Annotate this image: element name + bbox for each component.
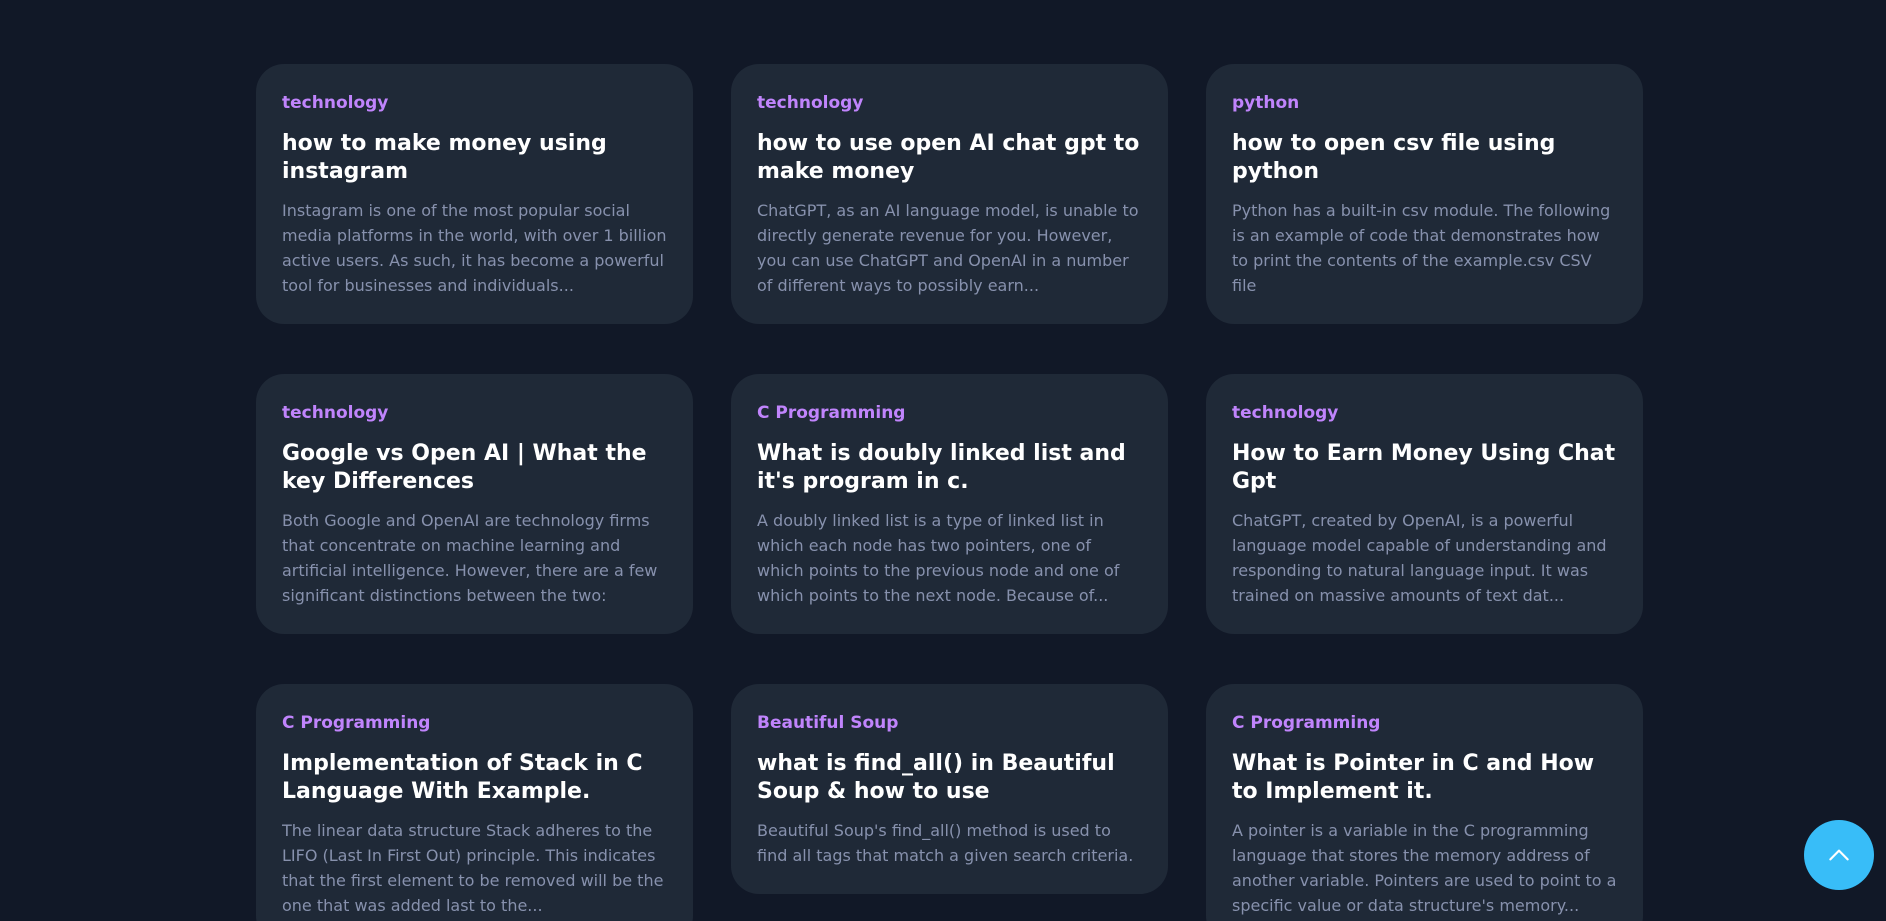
post-category[interactable]: technology [282,92,667,114]
post-excerpt: Instagram is one of the most popular soc… [282,201,667,295]
post-title[interactable]: What is doubly linked list and it's prog… [757,440,1142,496]
post-card[interactable]: C Programming What is doubly linked list… [731,374,1168,634]
post-card[interactable]: technology How to Earn Money Using Chat … [1206,374,1643,634]
post-card[interactable]: C Programming What is Pointer in C and H… [1206,684,1643,921]
post-excerpt: Python has a built-in csv module. The fo… [1232,201,1611,295]
post-category[interactable]: technology [282,402,667,424]
post-title[interactable]: Implementation of Stack in C Language Wi… [282,750,667,806]
post-title[interactable]: how to open csv file using python [1232,130,1617,186]
post-title[interactable]: what is find_all() in Beautiful Soup & h… [757,750,1142,806]
post-card[interactable]: Beautiful Soup what is find_all() in Bea… [731,684,1168,894]
post-title[interactable]: how to use open AI chat gpt to make mone… [757,130,1142,186]
post-excerpt: Beautiful Soup's find_all() method is us… [757,821,1134,865]
post-excerpt: A pointer is a variable in the C program… [1232,821,1617,915]
post-title[interactable]: How to Earn Money Using Chat Gpt [1232,440,1617,496]
post-card[interactable]: technology how to make money using insta… [256,64,693,324]
post-card[interactable]: python how to open csv file using python… [1206,64,1643,324]
chevron-up-icon [1829,849,1849,861]
post-excerpt: The linear data structure Stack adheres … [282,821,664,915]
post-excerpt: A doubly linked list is a type of linked… [757,511,1120,605]
post-category[interactable]: technology [1232,402,1617,424]
post-title[interactable]: What is Pointer in C and How to Implemen… [1232,750,1617,806]
post-card[interactable]: technology Google vs Open AI | What the … [256,374,693,634]
post-category[interactable]: C Programming [282,712,667,734]
post-card[interactable]: C Programming Implementation of Stack in… [256,684,693,921]
post-title[interactable]: how to make money using instagram [282,130,667,186]
page: technology how to make money using insta… [0,0,1886,921]
post-card[interactable]: technology how to use open AI chat gpt t… [731,64,1168,324]
post-category[interactable]: C Programming [757,402,1142,424]
post-category[interactable]: Beautiful Soup [757,712,1142,734]
post-category[interactable]: python [1232,92,1617,114]
post-excerpt: Both Google and OpenAI are technology fi… [282,511,658,605]
scroll-to-top-button[interactable] [1804,820,1874,890]
post-excerpt: ChatGPT, created by OpenAI, is a powerfu… [1232,511,1607,605]
post-grid: technology how to make money using insta… [256,64,1644,921]
post-excerpt: ChatGPT, as an AI language model, is una… [757,201,1139,295]
post-category[interactable]: technology [757,92,1142,114]
post-title[interactable]: Google vs Open AI | What the key Differe… [282,440,667,496]
post-category[interactable]: C Programming [1232,712,1617,734]
